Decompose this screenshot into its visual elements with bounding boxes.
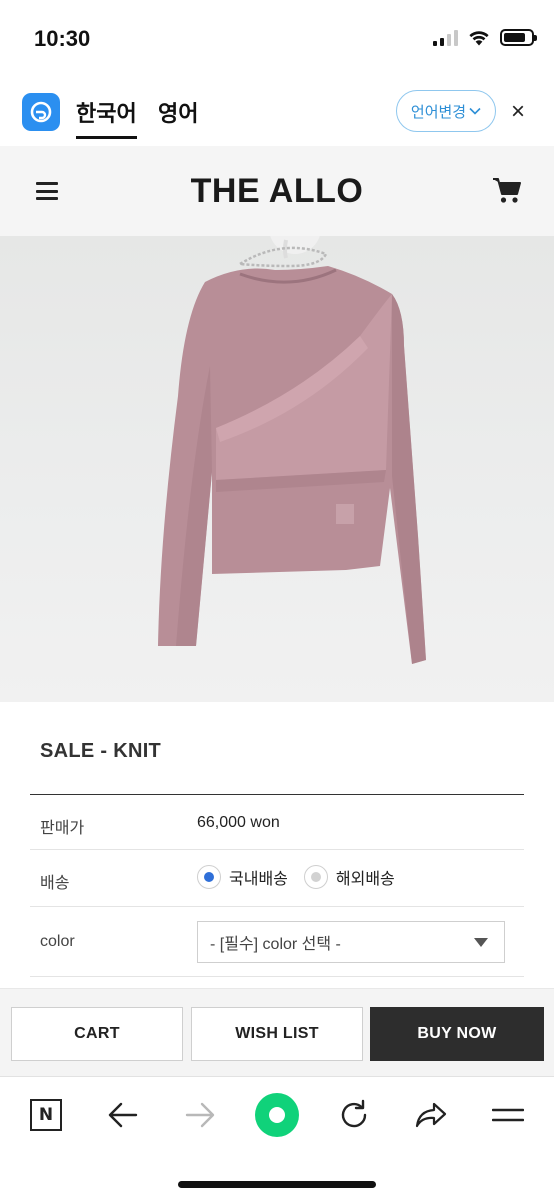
reload-icon — [341, 1099, 367, 1128]
share-icon — [415, 1102, 447, 1128]
shipping-radio-group: 국내배송 해외배송 — [197, 865, 411, 889]
tab-english[interactable]: 영어 — [158, 96, 198, 128]
tab-korean[interactable]: 한국어 — [76, 96, 137, 139]
price-value: 66,000 won — [197, 814, 280, 831]
browser-toolbar: N — [0, 1076, 554, 1200]
share-button[interactable] — [409, 1095, 453, 1135]
domestic-shipping-label: 국내배송 — [229, 871, 288, 888]
overseas-shipping-label: 해외배송 — [335, 871, 395, 888]
buy-now-button[interactable]: BUY NOW — [370, 1007, 544, 1061]
forward-arrow-icon — [185, 1102, 215, 1128]
color-select-value: - [필수] color 선택 - — [210, 936, 341, 953]
menu-button[interactable] — [486, 1095, 530, 1135]
cart-button[interactable]: CART — [11, 1007, 183, 1061]
home-indicator — [178, 1181, 376, 1188]
radio-unchecked-icon — [303, 865, 328, 889]
color-row: color - [필수] color 선택 - — [30, 907, 524, 977]
reload-button[interactable] — [332, 1095, 376, 1135]
status-time: 10:30 — [34, 26, 91, 51]
shipping-label: 배송 — [40, 875, 70, 892]
battery-icon — [500, 29, 537, 46]
pink-knit-top-photo — [158, 236, 426, 664]
overseas-shipping-radio[interactable]: 해외배송 — [303, 865, 395, 889]
price-row: 판매가 66,000 won — [30, 796, 524, 850]
naver-n-button[interactable]: N — [24, 1095, 68, 1135]
translate-bar: 한국어 영어 언어변경 × — [0, 80, 554, 146]
menu-lines-icon — [492, 1108, 524, 1122]
dropdown-arrow-icon — [474, 938, 488, 947]
product-title: SALE - KNIT — [40, 740, 162, 762]
price-label: 판매가 — [40, 820, 85, 837]
chevron-down-icon — [469, 107, 481, 115]
change-language-button[interactable]: 언어변경 — [396, 90, 496, 132]
color-label: color — [40, 933, 75, 950]
back-button[interactable] — [101, 1095, 145, 1135]
title-divider — [30, 794, 524, 795]
status-icons — [433, 29, 537, 46]
forward-button[interactable] — [178, 1095, 222, 1135]
naver-n-icon: N — [30, 1099, 62, 1131]
product-image[interactable] — [0, 236, 554, 702]
radio-checked-icon — [197, 865, 221, 889]
purchase-action-bar: CART WISH LIST BUY NOW — [0, 988, 554, 1076]
translator-app-logo-icon — [22, 93, 60, 131]
domestic-shipping-radio[interactable]: 국내배송 — [197, 865, 288, 889]
wish-list-button[interactable]: WISH LIST — [191, 1007, 363, 1061]
home-button[interactable] — [255, 1093, 299, 1137]
close-translate-button[interactable]: × — [511, 100, 525, 124]
site-header: THE ALLO — [0, 146, 554, 236]
cart-icon[interactable] — [492, 176, 522, 204]
color-select[interactable]: - [필수] color 선택 - — [197, 921, 505, 963]
home-green-icon — [255, 1093, 299, 1137]
brand-logo[interactable]: THE ALLO — [0, 172, 554, 211]
back-arrow-icon — [108, 1102, 138, 1128]
wifi-icon — [469, 31, 489, 46]
shipping-row: 배송 국내배송 해외배송 — [30, 850, 524, 907]
change-language-label: 언어변경 — [410, 103, 467, 121]
cellular-signal-icon — [433, 29, 458, 46]
status-bar: 10:30 — [0, 0, 554, 80]
